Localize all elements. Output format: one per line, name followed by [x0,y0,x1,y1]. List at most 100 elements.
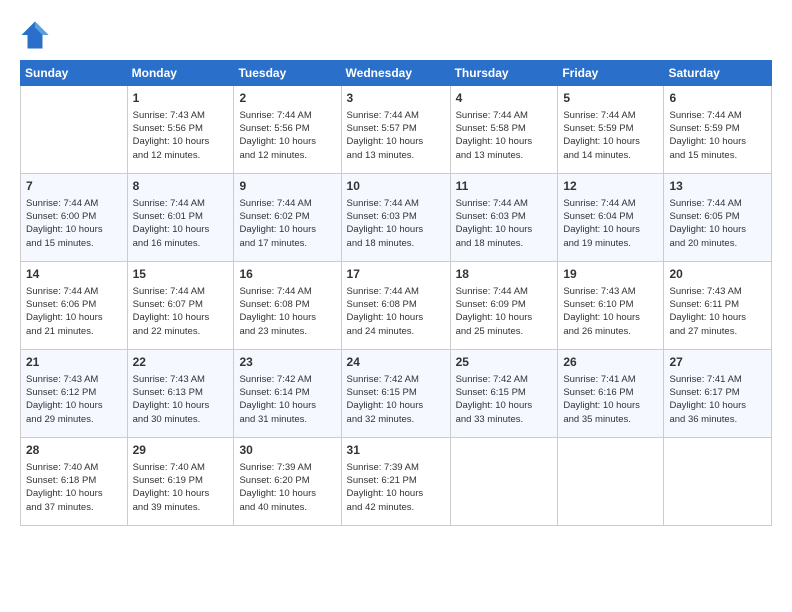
calendar-cell: 7 Sunrise: 7:44 AM Sunset: 6:00 PM Daylig… [21,174,128,262]
calendar-cell: 21 Sunrise: 7:43 AM Sunset: 6:12 PM Dayli… [21,350,128,438]
day-number: 25 [456,354,553,371]
page: SundayMondayTuesdayWednesdayThursdayFrid… [0,0,792,612]
weekday-header-thursday: Thursday [450,61,558,86]
calendar-cell: 4 Sunrise: 7:44 AM Sunset: 5:58 PM Daylig… [450,86,558,174]
day-detail: Sunrise: 7:42 AM Sunset: 6:15 PM Dayligh… [456,373,553,426]
day-detail: Sunrise: 7:42 AM Sunset: 6:14 PM Dayligh… [239,373,335,426]
logo [20,20,54,50]
day-number: 29 [133,442,229,459]
day-detail: Sunrise: 7:43 AM Sunset: 6:10 PM Dayligh… [563,285,658,338]
day-number: 8 [133,178,229,195]
day-number: 16 [239,266,335,283]
day-detail: Sunrise: 7:42 AM Sunset: 6:15 PM Dayligh… [347,373,445,426]
calendar-cell: 27 Sunrise: 7:41 AM Sunset: 6:17 PM Dayli… [664,350,772,438]
day-detail: Sunrise: 7:44 AM Sunset: 5:56 PM Dayligh… [239,109,335,162]
day-number: 3 [347,90,445,107]
day-detail: Sunrise: 7:39 AM Sunset: 6:20 PM Dayligh… [239,461,335,514]
calendar-cell: 9Sunrise: 7:44 AM Sunset: 6:02 PM Daylig… [234,174,341,262]
day-number: 31 [347,442,445,459]
calendar-cell: 19 Sunrise: 7:43 AM Sunset: 6:10 PM Dayli… [558,262,664,350]
header [20,16,772,50]
weekday-header-row: SundayMondayTuesdayWednesdayThursdayFrid… [21,61,772,86]
calendar-cell: 23Sunrise: 7:42 AM Sunset: 6:14 PM Dayli… [234,350,341,438]
day-detail: Sunrise: 7:44 AM Sunset: 6:03 PM Dayligh… [347,197,445,250]
weekday-header-saturday: Saturday [664,61,772,86]
day-detail: Sunrise: 7:44 AM Sunset: 6:06 PM Dayligh… [26,285,122,338]
calendar-cell: 28Sunrise: 7:40 AM Sunset: 6:18 PM Dayli… [21,438,128,526]
day-detail: Sunrise: 7:43 AM Sunset: 6:13 PM Dayligh… [133,373,229,426]
day-detail: Sunrise: 7:43 AM Sunset: 6:11 PM Dayligh… [669,285,766,338]
day-detail: Sunrise: 7:39 AM Sunset: 6:21 PM Dayligh… [347,461,445,514]
calendar-cell: 29 Sunrise: 7:40 AM Sunset: 6:19 PM Dayli… [127,438,234,526]
day-detail: Sunrise: 7:43 AM Sunset: 6:12 PM Dayligh… [26,373,122,426]
weekday-header-monday: Monday [127,61,234,86]
calendar-cell: 17 Sunrise: 7:44 AM Sunset: 6:08 PM Dayli… [341,262,450,350]
calendar-cell: 18 Sunrise: 7:44 AM Sunset: 6:09 PM Dayli… [450,262,558,350]
day-detail: Sunrise: 7:40 AM Sunset: 6:19 PM Dayligh… [133,461,229,514]
calendar-cell: 10Sunrise: 7:44 AM Sunset: 6:03 PM Dayli… [341,174,450,262]
calendar-cell: 20 Sunrise: 7:43 AM Sunset: 6:11 PM Dayli… [664,262,772,350]
calendar-cell: 30Sunrise: 7:39 AM Sunset: 6:20 PM Dayli… [234,438,341,526]
week-row-4: 21 Sunrise: 7:43 AM Sunset: 6:12 PM Dayli… [21,350,772,438]
calendar-cell [450,438,558,526]
calendar-cell: 3 Sunrise: 7:44 AM Sunset: 5:57 PM Daylig… [341,86,450,174]
day-number: 9 [239,178,335,195]
day-detail: Sunrise: 7:44 AM Sunset: 5:59 PM Dayligh… [669,109,766,162]
day-detail: Sunrise: 7:40 AM Sunset: 6:18 PM Dayligh… [26,461,122,514]
day-detail: Sunrise: 7:44 AM Sunset: 6:00 PM Dayligh… [26,197,122,250]
calendar-cell [664,438,772,526]
day-number: 18 [456,266,553,283]
day-number: 5 [563,90,658,107]
day-number: 2 [239,90,335,107]
day-detail: Sunrise: 7:44 AM Sunset: 5:57 PM Dayligh… [347,109,445,162]
weekday-header-tuesday: Tuesday [234,61,341,86]
day-number: 27 [669,354,766,371]
calendar-cell: 14 Sunrise: 7:44 AM Sunset: 6:06 PM Dayli… [21,262,128,350]
calendar-cell: 6 Sunrise: 7:44 AM Sunset: 5:59 PM Daylig… [664,86,772,174]
day-detail: Sunrise: 7:44 AM Sunset: 5:59 PM Dayligh… [563,109,658,162]
day-number: 7 [26,178,122,195]
day-detail: Sunrise: 7:44 AM Sunset: 6:04 PM Dayligh… [563,197,658,250]
day-detail: Sunrise: 7:44 AM Sunset: 6:01 PM Dayligh… [133,197,229,250]
day-detail: Sunrise: 7:43 AM Sunset: 5:56 PM Dayligh… [133,109,229,162]
day-detail: Sunrise: 7:41 AM Sunset: 6:17 PM Dayligh… [669,373,766,426]
week-row-3: 14 Sunrise: 7:44 AM Sunset: 6:06 PM Dayli… [21,262,772,350]
calendar-cell: 25 Sunrise: 7:42 AM Sunset: 6:15 PM Dayli… [450,350,558,438]
day-number: 19 [563,266,658,283]
calendar-cell: 15Sunrise: 7:44 AM Sunset: 6:07 PM Dayli… [127,262,234,350]
day-detail: Sunrise: 7:44 AM Sunset: 6:05 PM Dayligh… [669,197,766,250]
weekday-header-sunday: Sunday [21,61,128,86]
day-detail: Sunrise: 7:44 AM Sunset: 5:58 PM Dayligh… [456,109,553,162]
calendar-cell: 12Sunrise: 7:44 AM Sunset: 6:04 PM Dayli… [558,174,664,262]
calendar-cell: 26 Sunrise: 7:41 AM Sunset: 6:16 PM Dayli… [558,350,664,438]
day-number: 11 [456,178,553,195]
day-detail: Sunrise: 7:44 AM Sunset: 6:07 PM Dayligh… [133,285,229,338]
calendar-cell [558,438,664,526]
calendar-cell: 11 Sunrise: 7:44 AM Sunset: 6:03 PM Dayli… [450,174,558,262]
day-number: 13 [669,178,766,195]
logo-icon [20,20,50,50]
week-row-5: 28Sunrise: 7:40 AM Sunset: 6:18 PM Dayli… [21,438,772,526]
day-detail: Sunrise: 7:44 AM Sunset: 6:03 PM Dayligh… [456,197,553,250]
day-detail: Sunrise: 7:41 AM Sunset: 6:16 PM Dayligh… [563,373,658,426]
calendar-cell: 24 Sunrise: 7:42 AM Sunset: 6:15 PM Dayli… [341,350,450,438]
day-detail: Sunrise: 7:44 AM Sunset: 6:08 PM Dayligh… [239,285,335,338]
calendar-cell: 1Sunrise: 7:43 AM Sunset: 5:56 PM Daylig… [127,86,234,174]
calendar-cell: 22Sunrise: 7:43 AM Sunset: 6:13 PM Dayli… [127,350,234,438]
day-number: 21 [26,354,122,371]
day-number: 17 [347,266,445,283]
day-number: 20 [669,266,766,283]
calendar-cell: 8 Sunrise: 7:44 AM Sunset: 6:01 PM Daylig… [127,174,234,262]
day-detail: Sunrise: 7:44 AM Sunset: 6:09 PM Dayligh… [456,285,553,338]
day-number: 26 [563,354,658,371]
weekday-header-wednesday: Wednesday [341,61,450,86]
calendar-cell [21,86,128,174]
day-number: 6 [669,90,766,107]
week-row-2: 7 Sunrise: 7:44 AM Sunset: 6:00 PM Daylig… [21,174,772,262]
calendar-table: SundayMondayTuesdayWednesdayThursdayFrid… [20,60,772,526]
day-number: 14 [26,266,122,283]
day-number: 24 [347,354,445,371]
calendar-cell: 2 Sunrise: 7:44 AM Sunset: 5:56 PM Daylig… [234,86,341,174]
day-number: 4 [456,90,553,107]
day-detail: Sunrise: 7:44 AM Sunset: 6:08 PM Dayligh… [347,285,445,338]
